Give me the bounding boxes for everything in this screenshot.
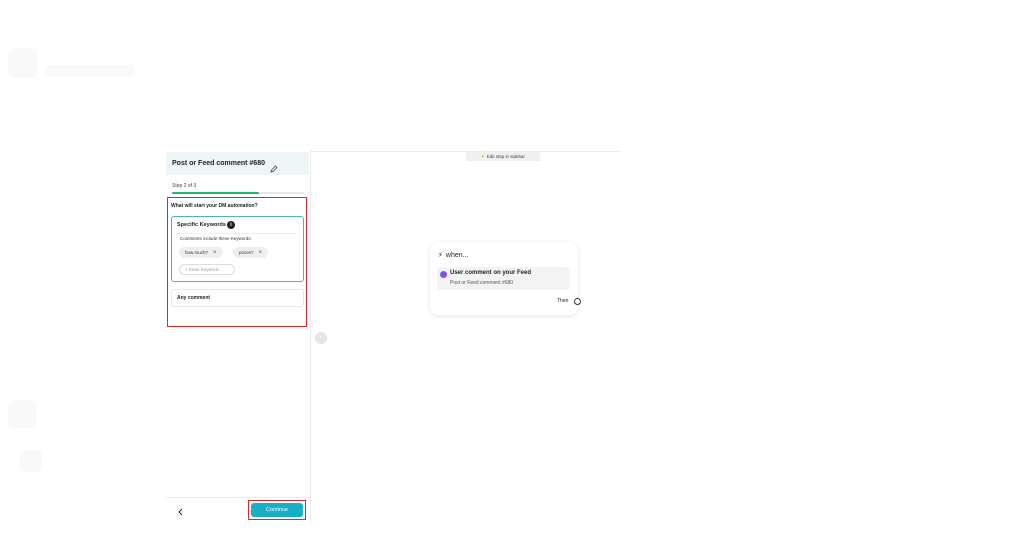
step-progress-bar: [172, 192, 304, 194]
step-indicator: Step 2 of 3: [172, 183, 197, 189]
background-sidebar-ghost: [8, 400, 36, 428]
edit-step-text: Edit step in sidebar: [486, 154, 526, 159]
canvas-top-border: [310, 151, 620, 152]
trigger-subtitle: Post or Feed comment #680: [450, 280, 514, 286]
when-label: when...: [445, 251, 469, 259]
footer-divider: [166, 497, 310, 498]
background-logo-ghost: [8, 48, 38, 78]
pencil-icon[interactable]: [270, 160, 278, 172]
collapse-sidebar-handle[interactable]: ‹: [315, 332, 327, 344]
keywords-subtitle: Comments include these Keywords:: [180, 236, 252, 241]
node-when-heading: ⚡︎ when...: [438, 251, 469, 260]
keyword-chip[interactable]: how much? ×: [179, 247, 223, 258]
info-icon[interactable]: i: [227, 221, 235, 229]
messenger-icon: [440, 271, 447, 278]
sidebar-header: Post or Feed comment #680: [166, 152, 309, 175]
back-button[interactable]: [176, 505, 186, 517]
continue-button[interactable]: Continue: [251, 503, 303, 517]
background-title-ghost: [45, 65, 135, 77]
edit-step-banner: ✦ Edit step in sidebar: [466, 152, 540, 161]
step-progress-fill: [172, 192, 260, 194]
remove-keyword-icon[interactable]: ×: [259, 250, 263, 256]
enter-keyword-input[interactable]: + Enter Keyword: [179, 264, 235, 275]
any-comment-label: Any comment: [177, 295, 211, 301]
any-comment-option[interactable]: Any comment: [171, 289, 304, 307]
specific-keywords-option[interactable]: Specific Keywords i Comments include the…: [171, 216, 304, 282]
background-sidebar-ghost-2: [20, 450, 42, 472]
keyword-chip-label: how much?: [185, 250, 209, 255]
trigger-question: What will start your DM automation?: [171, 203, 258, 209]
automation-title: Post or Feed comment #680: [172, 160, 265, 167]
lightning-icon: ⚡︎: [438, 252, 443, 259]
then-label: Then: [557, 298, 569, 304]
keyword-chip-label: prices?: [239, 250, 254, 255]
trigger-node[interactable]: ⚡︎ when... User comment on your Feed Pos…: [430, 242, 581, 315]
sparkle-icon: ✦: [480, 153, 485, 159]
divider: [177, 233, 297, 234]
specific-keywords-title: Specific Keywords: [177, 222, 226, 228]
node-connector-handle[interactable]: [574, 298, 581, 305]
chevron-left-icon: [178, 508, 183, 516]
trigger-item[interactable]: User comment on your Feed Post or Feed c…: [437, 267, 570, 290]
trigger-title: User comment on your Feed: [450, 270, 532, 276]
remove-keyword-icon[interactable]: ×: [213, 250, 217, 256]
keyword-chip[interactable]: prices? ×: [233, 247, 269, 258]
